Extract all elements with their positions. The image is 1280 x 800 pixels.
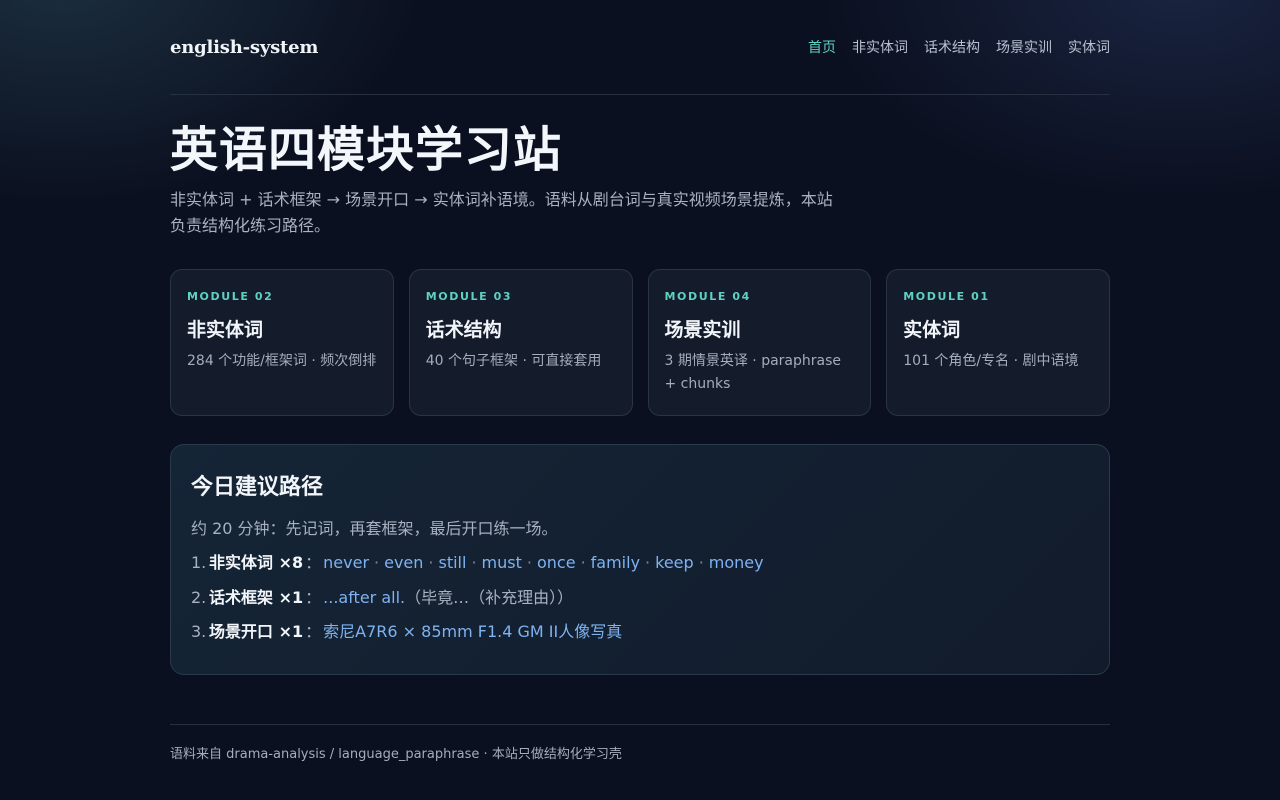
module-tag: MODULE 02 [187, 290, 274, 303]
step-colon: ： [305, 622, 322, 641]
word-separator: · [526, 553, 532, 572]
word-separator: · [471, 553, 477, 572]
module-card-function-words[interactable]: MODULE 02 非实体词 284 个功能/框架词 · 频次倒排 [170, 269, 394, 416]
phrase-frame-note: （毕竟…（补充理由）） [405, 587, 574, 607]
module-card-phrase-structures[interactable]: MODULE 03 话术结构 40 个句子框架 · 可直接套用 [408, 269, 633, 416]
module-title: 场景实训 [664, 319, 741, 341]
step-label: 场景开口 ×1 [209, 622, 304, 641]
nav-phrase-structures[interactable]: 话术结构 [924, 37, 980, 57]
today-path-panel: 今日建议路径 约 20 分钟：先记词，再套框架，最后开口练一场。 1. 非实体词… [170, 444, 1110, 675]
step-phrase-frame: 2. 话术框架 ×1 ： ...after all. （毕竟…（补充理由）） [191, 588, 1089, 608]
module-title: 话术结构 [425, 319, 502, 341]
step-label: 话术框架 ×1 [209, 587, 304, 607]
word-link[interactable]: once [537, 553, 576, 572]
site-header: english-system 首页 非实体词 话术结构 场景实训 实体词 [170, 0, 1110, 95]
word-list: never · even · still · must · once · family · keep · m… [323, 553, 763, 573]
module-tag: MODULE 03 [425, 290, 513, 303]
page-container: english-system 首页 非实体词 话术结构 场景实训 实体词 英语四… [170, 0, 1110, 675]
step-function-words: 1. 非实体词 ×8 ： never · even · still · must · once ·… [191, 553, 1089, 573]
step-colon: ： [305, 553, 322, 572]
today-path-title: 今日建议路径 [191, 475, 324, 500]
step-label: 非实体词 ×8 [209, 553, 304, 572]
site-footer: 语料来自 drama-analysis / language_paraphras… [170, 724, 1110, 762]
page-subtitle: 非实体词 + 话术框架 → 场景开口 → 实体词补语境。语料从剧台词与真实视频场… [170, 190, 833, 235]
nav-entity-words[interactable]: 实体词 [1068, 37, 1110, 57]
today-path-subtitle: 约 20 分钟：先记词，再套框架，最后开口练一场。 [191, 519, 558, 538]
page-title: 英语四模块学习站 [170, 122, 563, 178]
module-desc: 40 个句子框架 · 可直接套用 [425, 353, 602, 369]
main-nav: 首页 非实体词 话术结构 场景实训 实体词 [808, 37, 1110, 57]
word-separator: · [645, 553, 651, 572]
brand-logo[interactable]: english-system [170, 37, 318, 58]
word-separator: · [374, 553, 380, 572]
nav-scene-practice[interactable]: 场景实训 [996, 37, 1052, 57]
module-card-scene-practice[interactable]: MODULE 04 场景实训 3 期情景英译 · paraphrase + ch… [647, 269, 872, 416]
word-separator: · [580, 553, 586, 572]
module-title: 非实体词 [187, 319, 264, 341]
word-link[interactable]: keep [655, 553, 694, 572]
step-scene-opening: 3. 场景开口 ×1 ： 索尼A7R6 × 85mm F1.4 GM II人像写… [191, 622, 1089, 642]
module-desc: 284 个功能/框架词 · 频次倒排 [187, 353, 377, 369]
word-link[interactable]: must [482, 553, 522, 572]
step-number: 1. [191, 553, 207, 572]
step-number: 2. [191, 587, 207, 607]
module-title: 实体词 [903, 319, 961, 341]
step-number: 3. [191, 622, 207, 641]
module-card-entity-words[interactable]: MODULE 01 实体词 101 个角色/专名 · 剧中语境 [886, 269, 1110, 416]
module-tag: MODULE 01 [903, 290, 990, 303]
word-link[interactable]: money [709, 553, 764, 572]
word-separator: · [698, 553, 704, 572]
word-link[interactable]: family [591, 553, 640, 572]
scene-link[interactable]: 索尼A7R6 × 85mm F1.4 GM II人像写真 [323, 622, 622, 642]
today-steps: 1. 非实体词 ×8 ： never · even · still · must · once ·… [191, 553, 1089, 642]
module-desc: 3 期情景英译 · paraphrase + chunks [664, 353, 842, 392]
step-colon: ： [305, 587, 322, 607]
nav-function-words[interactable]: 非实体词 [852, 37, 908, 57]
module-tag: MODULE 04 [664, 290, 751, 303]
nav-home[interactable]: 首页 [808, 37, 836, 57]
module-desc: 101 个角色/专名 · 剧中语境 [903, 353, 1079, 369]
word-link[interactable]: even [384, 553, 423, 572]
module-cards: MODULE 02 非实体词 284 个功能/框架词 · 频次倒排 MODULE… [170, 269, 1110, 416]
word-separator: · [428, 553, 434, 572]
phrase-frame-link[interactable]: ...after all. [323, 588, 405, 608]
word-link[interactable]: still [439, 553, 467, 572]
word-link[interactable]: never [323, 553, 369, 572]
